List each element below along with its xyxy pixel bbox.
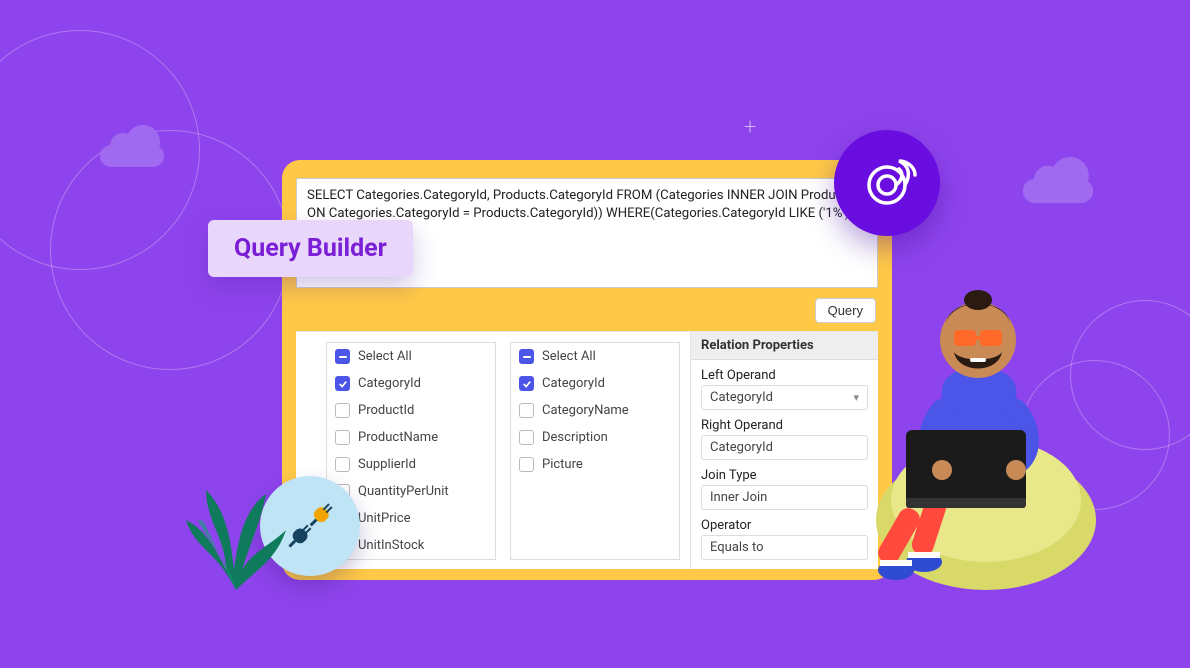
checkbox-icon[interactable] xyxy=(335,457,350,472)
column-item[interactable]: CategoryId xyxy=(327,370,495,397)
select-all-label: Select All xyxy=(358,349,412,364)
checkbox-indeterminate-icon[interactable] xyxy=(335,349,350,364)
left-operand-select[interactable]: CategoryId ▾ xyxy=(701,385,868,410)
column-item[interactable]: Description xyxy=(511,424,679,451)
column-label: Picture xyxy=(542,457,583,472)
plus-icon: + xyxy=(744,115,756,140)
column-label: SupplierId xyxy=(358,457,416,472)
column-item[interactable]: SupplierId xyxy=(327,451,495,478)
join-type-input[interactable]: Inner Join xyxy=(701,485,868,510)
join-type-label: Join Type xyxy=(701,464,868,485)
column-item[interactable]: ProductName xyxy=(327,424,495,451)
column-label: CategoryName xyxy=(542,403,629,418)
right-operand-label: Right Operand xyxy=(701,414,868,435)
checkbox-checked-icon[interactable] xyxy=(335,376,350,391)
right-operand-value: CategoryId xyxy=(710,440,773,455)
column-label: ProductName xyxy=(358,430,438,445)
checkbox-icon[interactable] xyxy=(519,457,534,472)
plant-illustration xyxy=(176,460,296,590)
checkbox-icon[interactable] xyxy=(519,403,534,418)
operator-value: Equals to xyxy=(710,540,764,555)
blazor-logo-icon xyxy=(834,130,940,236)
person-illustration xyxy=(846,270,1106,590)
column-item[interactable]: CategoryName xyxy=(511,397,679,424)
select-all-label: Select All xyxy=(542,349,596,364)
join-type-value: Inner Join xyxy=(710,490,767,505)
column-item[interactable]: Picture xyxy=(511,451,679,478)
column-label: CategoryId xyxy=(358,376,421,391)
column-label: Description xyxy=(542,430,608,445)
column-label: QuantityPerUnit xyxy=(358,484,449,499)
checkbox-indeterminate-icon[interactable] xyxy=(519,349,534,364)
select-all-row[interactable]: Select All xyxy=(511,343,679,370)
left-operand-label: Left Operand xyxy=(701,364,868,385)
columns-area: Select All CategoryId ProductId ProductN… xyxy=(296,331,878,569)
checkbox-icon[interactable] xyxy=(335,430,350,445)
column-label: CategoryId xyxy=(542,376,605,391)
right-operand-input[interactable]: CategoryId xyxy=(701,435,868,460)
column-label: ProductId xyxy=(358,403,414,418)
checkbox-icon[interactable] xyxy=(335,403,350,418)
column-item[interactable]: ProductId xyxy=(327,397,495,424)
operator-input[interactable]: Equals to xyxy=(701,535,868,560)
column-item[interactable]: CategoryId xyxy=(511,370,679,397)
cloud-icon xyxy=(100,145,164,167)
checkbox-icon[interactable] xyxy=(519,430,534,445)
query-builder-title: Query Builder xyxy=(208,220,413,277)
operator-label: Operator xyxy=(701,514,868,535)
column-label: UnitPrice xyxy=(358,511,411,526)
right-column-list[interactable]: Select All CategoryId CategoryName Descr… xyxy=(510,342,680,560)
left-operand-value: CategoryId xyxy=(710,390,773,405)
column-label: UnitInStock xyxy=(358,538,424,553)
checkbox-checked-icon[interactable] xyxy=(519,376,534,391)
select-all-row[interactable]: Select All xyxy=(327,343,495,370)
cloud-icon xyxy=(1023,179,1093,203)
